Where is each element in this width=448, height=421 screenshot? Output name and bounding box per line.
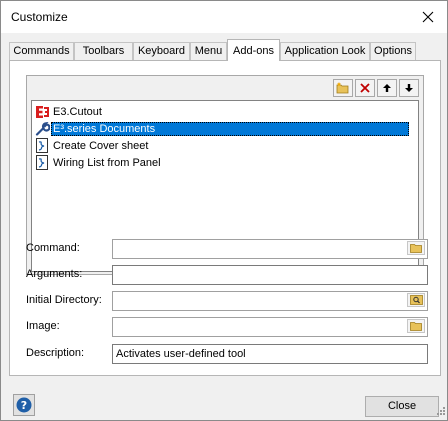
resize-grip-icon[interactable] xyxy=(436,406,446,419)
list-item-e3-cutout[interactable]: E3.Cutout xyxy=(34,104,104,119)
window-title: Customize xyxy=(11,10,68,24)
description-field[interactable]: Activates user-defined tool xyxy=(112,344,428,364)
list-item-create-cover-sheet[interactable]: Create Cover sheet xyxy=(34,138,150,153)
arguments-field[interactable] xyxy=(112,265,428,285)
tab-strip: Commands Toolbars Keyboard Menu Add-ons … xyxy=(9,39,441,61)
tab-menu[interactable]: Menu xyxy=(190,42,227,60)
move-up-icon[interactable] xyxy=(377,79,397,97)
list-item-wiring-list-from-panel[interactable]: Wiring List from Panel xyxy=(34,155,163,170)
browse-folder-icon[interactable] xyxy=(407,241,425,255)
script-icon xyxy=(34,155,50,170)
description-label: Description: xyxy=(26,347,85,359)
script-icon xyxy=(34,138,50,153)
svg-text:?: ? xyxy=(21,399,27,412)
image-label: Image: xyxy=(26,320,60,332)
initial-directory-field[interactable] xyxy=(112,291,428,311)
arguments-row: Arguments: xyxy=(26,265,428,285)
image-field[interactable] xyxy=(112,317,428,337)
tab-keyboard[interactable]: Keyboard xyxy=(133,42,190,60)
tab-add-ons[interactable]: Add-ons xyxy=(227,39,280,61)
tab-options[interactable]: Options xyxy=(370,42,416,60)
list-item-label: E3.Cutout xyxy=(53,105,102,118)
help-icon: ? xyxy=(16,397,32,413)
tab-toolbars[interactable]: Toolbars xyxy=(74,42,133,60)
tab-application-look[interactable]: Application Look xyxy=(280,42,370,60)
help-button[interactable]: ? xyxy=(13,394,35,416)
tab-commands[interactable]: Commands xyxy=(9,42,74,60)
close-button[interactable]: Close xyxy=(365,396,439,417)
new-folder-icon[interactable] xyxy=(333,79,353,97)
add-ons-panel: E3.Cutout E³.series Documents Create Cov… xyxy=(9,60,441,376)
e3-logo-icon xyxy=(34,104,50,119)
wrench-icon xyxy=(34,121,50,136)
delete-icon[interactable] xyxy=(355,79,375,97)
command-field[interactable] xyxy=(112,239,428,259)
list-item-label: Wiring List from Panel xyxy=(53,156,161,169)
customize-dialog: Customize Commands Toolbars Keyboard Men… xyxy=(0,0,448,421)
browse-directory-icon[interactable] xyxy=(407,293,425,307)
image-row: Image: xyxy=(26,317,428,337)
list-toolbar xyxy=(333,79,419,97)
browse-image-icon[interactable] xyxy=(407,319,425,333)
initial-directory-label: Initial Directory: xyxy=(26,294,102,306)
list-item-label: E³.series Documents xyxy=(51,121,409,136)
command-label: Command: xyxy=(26,242,80,254)
list-item-label: Create Cover sheet xyxy=(53,139,149,152)
initial-directory-row: Initial Directory: xyxy=(26,291,428,311)
title-bar: Customize xyxy=(1,1,447,33)
list-item-e3-series-documents[interactable]: E³.series Documents xyxy=(34,121,409,136)
description-row: Description: Activates user-defined tool xyxy=(26,344,428,364)
close-window-icon[interactable] xyxy=(415,5,441,29)
arguments-label: Arguments: xyxy=(26,268,83,280)
move-down-icon[interactable] xyxy=(399,79,419,97)
command-row: Command: xyxy=(26,239,428,259)
